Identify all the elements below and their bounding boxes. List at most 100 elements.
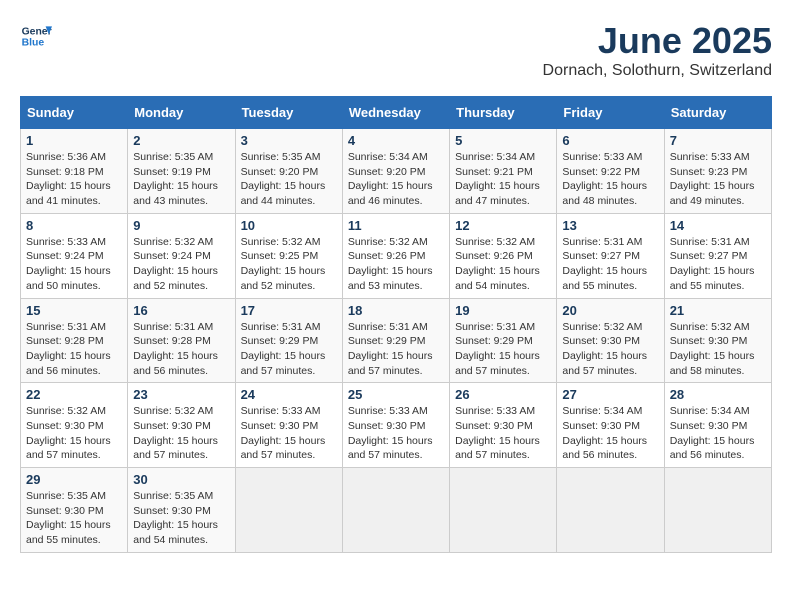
calendar-cell: 5 Sunrise: 5:34 AMSunset: 9:21 PMDayligh…	[450, 129, 557, 214]
calendar-cell: 30 Sunrise: 5:35 AMSunset: 9:30 PMDaylig…	[128, 468, 235, 553]
calendar-cell: 7 Sunrise: 5:33 AMSunset: 9:23 PMDayligh…	[664, 129, 771, 214]
day-info: Sunrise: 5:31 AMSunset: 9:29 PMDaylight:…	[348, 321, 433, 377]
day-info: Sunrise: 5:34 AMSunset: 9:20 PMDaylight:…	[348, 151, 433, 207]
day-info: Sunrise: 5:33 AMSunset: 9:22 PMDaylight:…	[562, 151, 647, 207]
calendar-cell: 26 Sunrise: 5:33 AMSunset: 9:30 PMDaylig…	[450, 383, 557, 468]
day-number: 17	[241, 303, 337, 318]
day-info: Sunrise: 5:32 AMSunset: 9:25 PMDaylight:…	[241, 236, 326, 292]
day-number: 20	[562, 303, 658, 318]
logo-icon: General Blue	[20, 20, 52, 52]
day-number: 6	[562, 133, 658, 148]
weekday-header: Thursday	[450, 97, 557, 129]
calendar-cell: 13 Sunrise: 5:31 AMSunset: 9:27 PMDaylig…	[557, 213, 664, 298]
calendar-cell	[342, 468, 449, 553]
day-number: 14	[670, 218, 766, 233]
day-number: 27	[562, 387, 658, 402]
day-number: 9	[133, 218, 229, 233]
calendar-week-row: 1 Sunrise: 5:36 AMSunset: 9:18 PMDayligh…	[21, 129, 772, 214]
calendar-title: June 2025	[543, 20, 772, 62]
calendar-cell: 23 Sunrise: 5:32 AMSunset: 9:30 PMDaylig…	[128, 383, 235, 468]
day-info: Sunrise: 5:31 AMSunset: 9:27 PMDaylight:…	[670, 236, 755, 292]
calendar-cell: 18 Sunrise: 5:31 AMSunset: 9:29 PMDaylig…	[342, 298, 449, 383]
day-info: Sunrise: 5:33 AMSunset: 9:30 PMDaylight:…	[241, 405, 326, 461]
svg-text:Blue: Blue	[22, 38, 45, 49]
day-info: Sunrise: 5:32 AMSunset: 9:24 PMDaylight:…	[133, 236, 218, 292]
day-info: Sunrise: 5:35 AMSunset: 9:20 PMDaylight:…	[241, 151, 326, 207]
calendar-cell: 1 Sunrise: 5:36 AMSunset: 9:18 PMDayligh…	[21, 129, 128, 214]
calendar-cell: 28 Sunrise: 5:34 AMSunset: 9:30 PMDaylig…	[664, 383, 771, 468]
day-info: Sunrise: 5:33 AMSunset: 9:30 PMDaylight:…	[455, 405, 540, 461]
weekday-header: Friday	[557, 97, 664, 129]
calendar-cell: 3 Sunrise: 5:35 AMSunset: 9:20 PMDayligh…	[235, 129, 342, 214]
calendar-week-row: 8 Sunrise: 5:33 AMSunset: 9:24 PMDayligh…	[21, 213, 772, 298]
day-info: Sunrise: 5:32 AMSunset: 9:26 PMDaylight:…	[455, 236, 540, 292]
day-number: 4	[348, 133, 444, 148]
calendar-cell: 6 Sunrise: 5:33 AMSunset: 9:22 PMDayligh…	[557, 129, 664, 214]
day-number: 11	[348, 218, 444, 233]
day-number: 19	[455, 303, 551, 318]
day-info: Sunrise: 5:34 AMSunset: 9:30 PMDaylight:…	[562, 405, 647, 461]
calendar-cell: 22 Sunrise: 5:32 AMSunset: 9:30 PMDaylig…	[21, 383, 128, 468]
day-info: Sunrise: 5:31 AMSunset: 9:28 PMDaylight:…	[133, 321, 218, 377]
day-number: 8	[26, 218, 122, 233]
day-info: Sunrise: 5:33 AMSunset: 9:30 PMDaylight:…	[348, 405, 433, 461]
calendar-cell: 10 Sunrise: 5:32 AMSunset: 9:25 PMDaylig…	[235, 213, 342, 298]
day-info: Sunrise: 5:31 AMSunset: 9:29 PMDaylight:…	[241, 321, 326, 377]
calendar-cell	[450, 468, 557, 553]
calendar-cell: 19 Sunrise: 5:31 AMSunset: 9:29 PMDaylig…	[450, 298, 557, 383]
day-number: 15	[26, 303, 122, 318]
header: General Blue June 2025 Dornach, Solothur…	[20, 20, 772, 80]
day-info: Sunrise: 5:31 AMSunset: 9:29 PMDaylight:…	[455, 321, 540, 377]
day-info: Sunrise: 5:35 AMSunset: 9:30 PMDaylight:…	[133, 490, 218, 546]
calendar-cell: 2 Sunrise: 5:35 AMSunset: 9:19 PMDayligh…	[128, 129, 235, 214]
day-number: 22	[26, 387, 122, 402]
calendar-cell	[664, 468, 771, 553]
day-info: Sunrise: 5:33 AMSunset: 9:23 PMDaylight:…	[670, 151, 755, 207]
day-number: 3	[241, 133, 337, 148]
weekday-header: Sunday	[21, 97, 128, 129]
calendar-cell: 25 Sunrise: 5:33 AMSunset: 9:30 PMDaylig…	[342, 383, 449, 468]
day-number: 25	[348, 387, 444, 402]
calendar-cell: 14 Sunrise: 5:31 AMSunset: 9:27 PMDaylig…	[664, 213, 771, 298]
weekday-header-row: SundayMondayTuesdayWednesdayThursdayFrid…	[21, 97, 772, 129]
day-info: Sunrise: 5:32 AMSunset: 9:26 PMDaylight:…	[348, 236, 433, 292]
day-info: Sunrise: 5:33 AMSunset: 9:24 PMDaylight:…	[26, 236, 111, 292]
calendar-cell: 27 Sunrise: 5:34 AMSunset: 9:30 PMDaylig…	[557, 383, 664, 468]
day-number: 12	[455, 218, 551, 233]
calendar-cell: 17 Sunrise: 5:31 AMSunset: 9:29 PMDaylig…	[235, 298, 342, 383]
day-info: Sunrise: 5:35 AMSunset: 9:19 PMDaylight:…	[133, 151, 218, 207]
day-number: 10	[241, 218, 337, 233]
day-number: 13	[562, 218, 658, 233]
calendar-cell: 24 Sunrise: 5:33 AMSunset: 9:30 PMDaylig…	[235, 383, 342, 468]
logo: General Blue	[20, 20, 52, 52]
day-info: Sunrise: 5:34 AMSunset: 9:21 PMDaylight:…	[455, 151, 540, 207]
day-number: 28	[670, 387, 766, 402]
calendar-week-row: 22 Sunrise: 5:32 AMSunset: 9:30 PMDaylig…	[21, 383, 772, 468]
calendar-cell	[557, 468, 664, 553]
day-number: 23	[133, 387, 229, 402]
day-info: Sunrise: 5:36 AMSunset: 9:18 PMDaylight:…	[26, 151, 111, 207]
calendar-cell: 21 Sunrise: 5:32 AMSunset: 9:30 PMDaylig…	[664, 298, 771, 383]
day-info: Sunrise: 5:32 AMSunset: 9:30 PMDaylight:…	[670, 321, 755, 377]
title-area: June 2025 Dornach, Solothurn, Switzerlan…	[543, 20, 772, 80]
day-info: Sunrise: 5:34 AMSunset: 9:30 PMDaylight:…	[670, 405, 755, 461]
day-number: 16	[133, 303, 229, 318]
day-info: Sunrise: 5:32 AMSunset: 9:30 PMDaylight:…	[133, 405, 218, 461]
weekday-header: Tuesday	[235, 97, 342, 129]
calendar-cell: 12 Sunrise: 5:32 AMSunset: 9:26 PMDaylig…	[450, 213, 557, 298]
calendar-cell: 4 Sunrise: 5:34 AMSunset: 9:20 PMDayligh…	[342, 129, 449, 214]
day-number: 21	[670, 303, 766, 318]
day-number: 7	[670, 133, 766, 148]
calendar-subtitle: Dornach, Solothurn, Switzerland	[543, 62, 772, 80]
calendar-table: SundayMondayTuesdayWednesdayThursdayFrid…	[20, 96, 772, 553]
calendar-cell: 11 Sunrise: 5:32 AMSunset: 9:26 PMDaylig…	[342, 213, 449, 298]
calendar-cell	[235, 468, 342, 553]
day-number: 26	[455, 387, 551, 402]
day-number: 5	[455, 133, 551, 148]
day-number: 29	[26, 472, 122, 487]
calendar-week-row: 29 Sunrise: 5:35 AMSunset: 9:30 PMDaylig…	[21, 468, 772, 553]
calendar-cell: 15 Sunrise: 5:31 AMSunset: 9:28 PMDaylig…	[21, 298, 128, 383]
weekday-header: Monday	[128, 97, 235, 129]
calendar-cell: 9 Sunrise: 5:32 AMSunset: 9:24 PMDayligh…	[128, 213, 235, 298]
day-info: Sunrise: 5:32 AMSunset: 9:30 PMDaylight:…	[562, 321, 647, 377]
